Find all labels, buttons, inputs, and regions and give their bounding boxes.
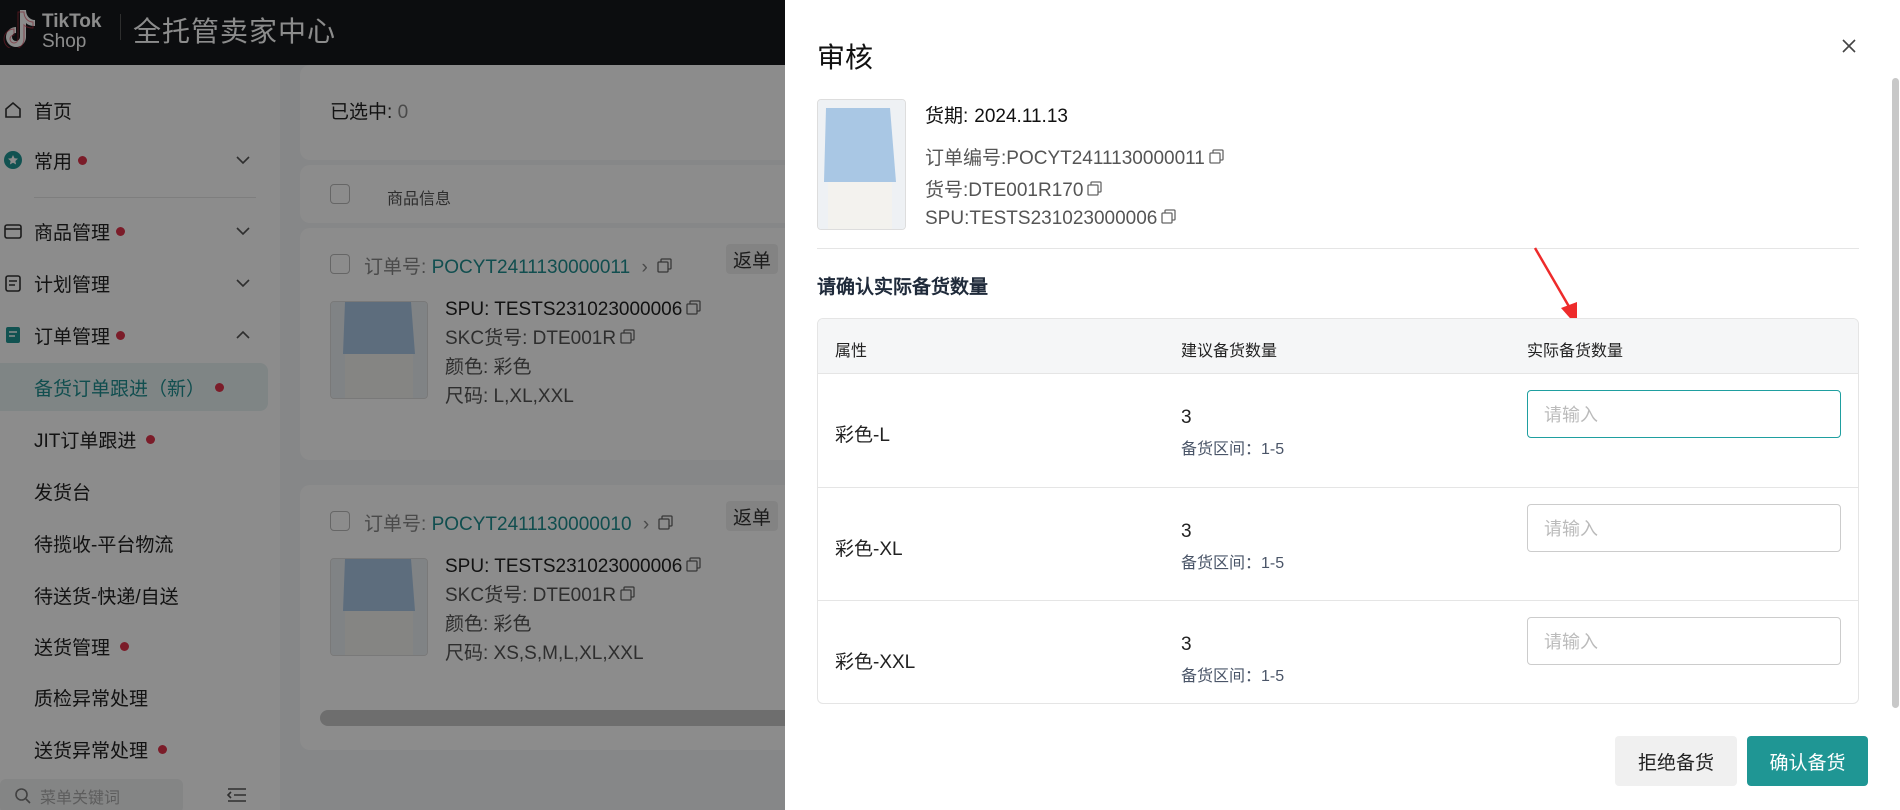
copy-icon[interactable] <box>1209 149 1224 165</box>
sku-number-row: 货号:DTE001R170 <box>925 175 1103 202</box>
product-thumbnail[interactable] <box>817 99 906 230</box>
delivery-date: 2024.11.13 <box>974 106 1068 127</box>
drawer-scrollbar[interactable] <box>1892 78 1899 708</box>
review-drawer: 审核 货期: 2024.11.13 订单编号:POCYT2411130000011… <box>785 0 1900 810</box>
row-attribute: 彩色-L <box>835 425 890 446</box>
drawer-title: 审核 <box>817 42 874 73</box>
column-actual-qty: 实际备货数量 <box>1527 343 1624 360</box>
sku-number: 货号:DTE001R170 <box>925 180 1084 201</box>
input-placeholder: 请输入 <box>1544 519 1598 539</box>
table-row: 彩色-XL 3 备货区间：1-5 请输入 <box>818 487 1858 601</box>
copy-icon[interactable] <box>1161 209 1177 225</box>
copy-icon[interactable] <box>1087 181 1103 197</box>
row-suggested-qty: 3 <box>1181 521 1192 542</box>
input-placeholder: 请输入 <box>1544 405 1598 425</box>
row-suggested-qty: 3 <box>1181 407 1192 428</box>
input-placeholder: 请输入 <box>1544 632 1598 652</box>
row-suggested-qty: 3 <box>1181 634 1192 655</box>
actual-qty-input[interactable]: 请输入 <box>1527 504 1841 552</box>
row-attribute: 彩色-XL <box>835 539 903 560</box>
row-stock-range: 备货区间：1-5 <box>1181 668 1285 685</box>
table-row: 彩色-XXL 3 备货区间：1-5 请输入 <box>818 600 1858 703</box>
column-attribute: 属性 <box>835 343 868 360</box>
row-stock-range: 备货区间：1-5 <box>1181 555 1285 572</box>
spu-row: SPU:TESTS231023000006 <box>925 208 1177 230</box>
table-header: 属性 建议备货数量 实际备货数量 <box>818 319 1858 373</box>
modal-backdrop[interactable] <box>0 0 785 810</box>
section-title: 请确认实际备货数量 <box>817 277 989 298</box>
reject-stock-button[interactable]: 拒绝备货 <box>1615 736 1737 786</box>
spu-number: SPU:TESTS231023000006 <box>925 208 1158 229</box>
product-image <box>818 100 905 229</box>
delivery-label: 货期: <box>925 106 969 127</box>
order-number-row: 订单编号:POCYT2411130000011 <box>925 143 1224 170</box>
table-row: 彩色-L 3 备货区间：1-5 请输入 <box>818 373 1858 487</box>
confirm-stock-button[interactable]: 确认备货 <box>1747 736 1868 786</box>
column-suggested-qty: 建议备货数量 <box>1181 343 1278 360</box>
delivery-date-row: 货期: 2024.11.13 <box>925 101 1068 128</box>
close-icon[interactable] <box>1841 38 1857 54</box>
stock-table: 属性 建议备货数量 实际备货数量 彩色-L 3 备货区间：1-5 请输入 彩色-… <box>817 318 1859 704</box>
row-attribute: 彩色-XXL <box>835 652 916 673</box>
actual-qty-input[interactable]: 请输入 <box>1527 617 1841 665</box>
red-arrow-annotation <box>1533 247 1577 326</box>
actual-qty-input[interactable]: 请输入 <box>1527 390 1841 438</box>
drawer-divider <box>817 248 1859 249</box>
order-number: 订单编号:POCYT2411130000011 <box>925 148 1205 169</box>
row-stock-range: 备货区间：1-5 <box>1181 441 1285 458</box>
